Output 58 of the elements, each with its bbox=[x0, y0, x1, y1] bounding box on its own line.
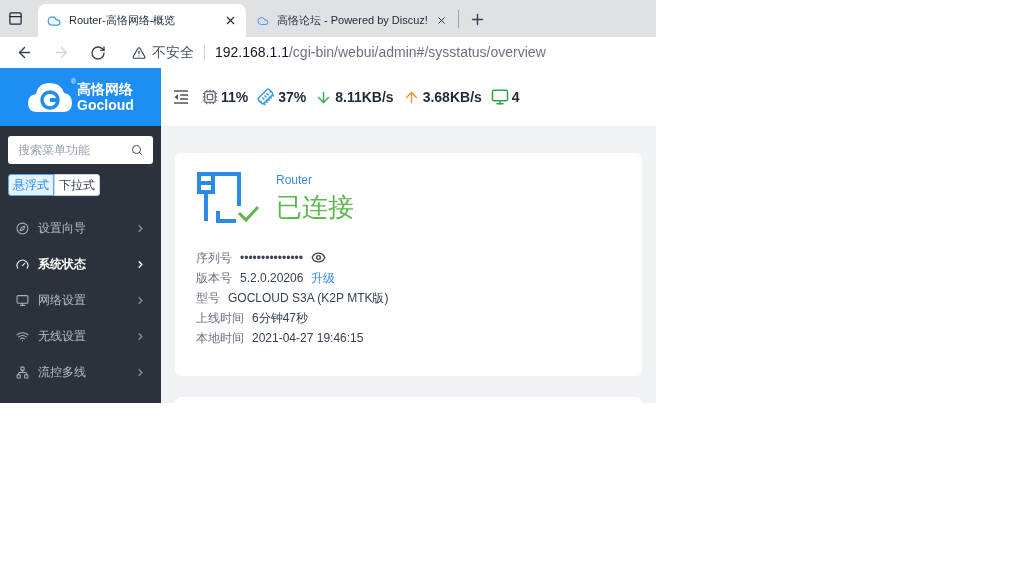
chevron-right-icon bbox=[135, 294, 146, 306]
connection-status: 已连接 bbox=[276, 191, 354, 224]
chip-icon bbox=[202, 89, 218, 105]
stat-value: 3.68KB/s bbox=[422, 87, 482, 107]
chevron-right-icon bbox=[135, 222, 146, 234]
monitor-icon bbox=[16, 293, 29, 307]
nav-item[interactable]: 网络设置 bbox=[0, 282, 161, 318]
logo-name: 高恪网络 bbox=[77, 82, 134, 96]
stat-value: 11% bbox=[221, 87, 249, 107]
back-icon[interactable] bbox=[16, 44, 33, 61]
collapse-menu-icon[interactable] bbox=[173, 90, 189, 104]
menu-search-field[interactable]: 搜索菜单功能 bbox=[8, 136, 153, 164]
new-tab-icon[interactable] bbox=[469, 11, 486, 28]
show-password-icon[interactable] bbox=[311, 250, 327, 265]
info-label: 本地时间 bbox=[196, 329, 244, 347]
info-label: 序列号 bbox=[196, 249, 232, 267]
nav-item[interactable]: 流控多线 bbox=[0, 354, 161, 390]
warning-icon bbox=[132, 45, 146, 60]
close-icon[interactable] bbox=[435, 14, 447, 27]
cloud-icon bbox=[47, 13, 61, 28]
monitor-icon bbox=[490, 88, 509, 106]
info-value: 5.2.0.20206 bbox=[240, 269, 304, 287]
stat-value: 8.11KB/s bbox=[335, 87, 394, 107]
nav-item[interactable]: 系统状态 bbox=[0, 246, 161, 282]
chevron-right-icon bbox=[135, 258, 146, 270]
browser-tab[interactable]: Router-高恪网络-概览 bbox=[38, 4, 246, 37]
compass-icon bbox=[16, 221, 29, 235]
router-connected-icon bbox=[196, 171, 260, 225]
mode-toggle[interactable]: 下拉式 bbox=[54, 174, 100, 196]
chevron-right-icon bbox=[135, 330, 146, 342]
chevron-right-icon bbox=[135, 366, 146, 378]
info-label: 上线时间 bbox=[196, 309, 244, 327]
window-menu-icon[interactable] bbox=[8, 11, 23, 26]
search-icon bbox=[131, 144, 143, 156]
gauge-icon bbox=[16, 257, 29, 271]
wifi-icon bbox=[16, 329, 29, 343]
tab-title: 高恪论坛 - Powered by Discuz! bbox=[276, 13, 428, 29]
info-value: GOCLOUD S3A (K2P MTK版) bbox=[228, 289, 389, 307]
reload-icon[interactable] bbox=[90, 44, 106, 61]
upgrade-link[interactable]: 升级 bbox=[311, 268, 336, 287]
info-label: 型号 bbox=[196, 289, 220, 307]
security-label: 不安全 bbox=[152, 43, 194, 62]
cloud-logo-icon bbox=[27, 80, 74, 114]
logo-brand: Gocloud bbox=[77, 98, 134, 112]
info-value: 2021-04-27 19:46:15 bbox=[252, 329, 364, 347]
info-value: ••••••••••••••• bbox=[240, 249, 304, 267]
stat-value: 4 bbox=[511, 87, 520, 107]
browser-tab[interactable]: 高恪论坛 - Powered by Discuz! bbox=[248, 4, 456, 37]
tab-title: Router-高恪网络-概览 bbox=[69, 13, 177, 29]
stat-value: 37% bbox=[278, 87, 307, 107]
close-icon[interactable] bbox=[224, 14, 237, 27]
device-label: Router bbox=[276, 172, 314, 189]
nav-item[interactable]: 设置向导 bbox=[0, 210, 161, 246]
nav-item[interactable]: 无线设置 bbox=[0, 318, 161, 354]
network-icon bbox=[16, 365, 29, 379]
url-text: 192.168.1.1/cgi-bin/webui/admin#/sysstatus/overview bbox=[215, 43, 546, 62]
info-label: 版本号 bbox=[196, 269, 232, 287]
info-value: 6分钟47秒 bbox=[252, 309, 309, 327]
